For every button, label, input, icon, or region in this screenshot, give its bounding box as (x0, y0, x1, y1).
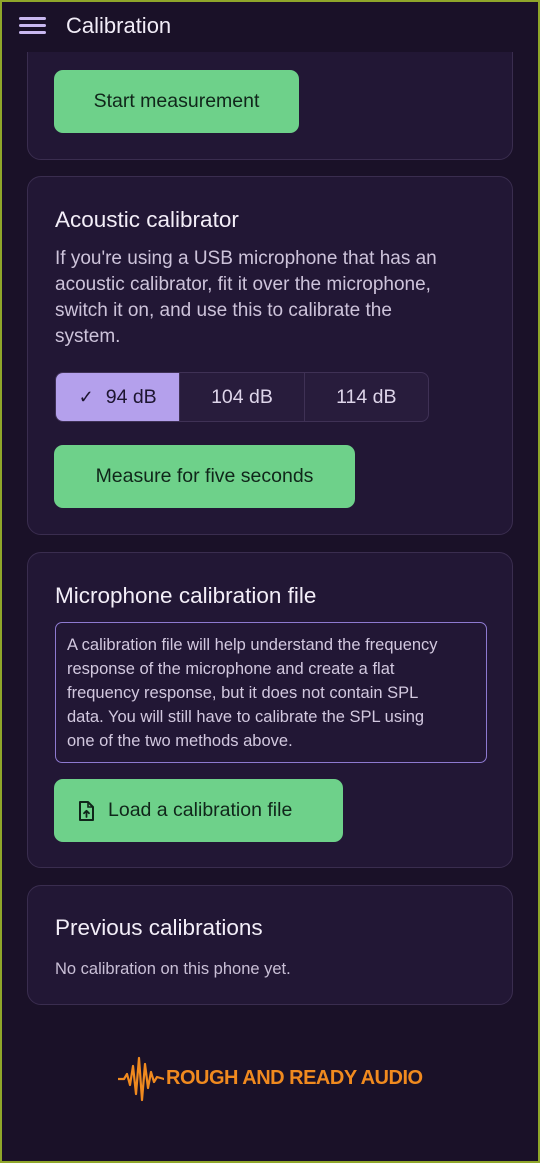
app-bar: Calibration (0, 0, 540, 52)
file-upload-icon (78, 800, 94, 821)
mic-calibration-file-title: Microphone calibration file (55, 583, 317, 608)
page-title: Calibration (66, 13, 172, 38)
menu-icon[interactable] (19, 15, 49, 37)
logo-text: ROUGH AND READY AUDIO (166, 1066, 423, 1089)
level-option-94db[interactable]: ✓ 94 dB (56, 373, 180, 421)
level-option-114db[interactable]: 114 dB (303, 373, 428, 421)
acoustic-calibrator-description: If you're using a USB microphone that ha… (55, 248, 437, 347)
calibrator-level-selector: ✓ 94 dB 104 dB 114 dB (55, 372, 429, 422)
mic-calibration-file-card: Microphone calibration file A calibratio… (27, 552, 513, 868)
previous-calibrations-card: Previous calibrations No calibration on … (27, 885, 513, 1005)
check-icon: ✓ (78, 386, 94, 407)
level-option-104db[interactable]: 104 dB (179, 373, 303, 421)
start-measurement-button[interactable]: Start measurement (54, 70, 299, 133)
rough-and-ready-audio-logo: ROUGH AND READY AUDIO (118, 1054, 428, 1102)
calibration-file-info: A calibration file will help understand … (55, 622, 487, 763)
acoustic-calibrator-title: Acoustic calibrator (55, 207, 239, 232)
previous-calibrations-title: Previous calibrations (55, 915, 263, 940)
no-calibrations-text: No calibration on this phone yet. (55, 960, 291, 978)
waveform-icon (118, 1056, 164, 1102)
measure-five-seconds-button[interactable]: Measure for five seconds (54, 445, 355, 508)
acoustic-calibrator-card: Acoustic calibrator If you're using a US… (27, 176, 513, 535)
load-calibration-file-button[interactable]: Load a calibration file (54, 779, 343, 842)
